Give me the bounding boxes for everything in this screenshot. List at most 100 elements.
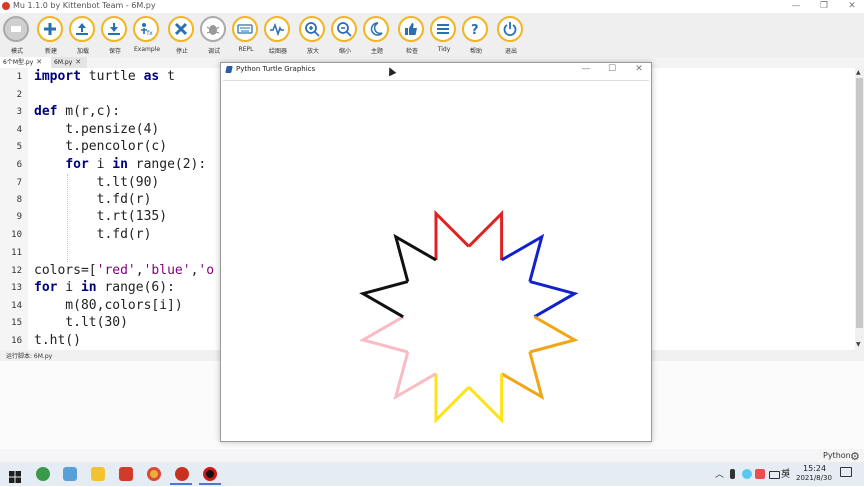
- tidy-icon: [430, 16, 456, 42]
- line-number: 9: [16, 212, 22, 222]
- line-number: 3: [16, 107, 22, 117]
- input-method-label: 英: [781, 470, 791, 480]
- windows-start-icon[interactable]: [9, 468, 21, 483]
- scroll-up-icon[interactable]: ▲: [856, 69, 861, 76]
- bottom-bar: [0, 449, 864, 462]
- quit-button[interactable]: 退出: [495, 15, 527, 57]
- line-number: 16: [11, 336, 22, 346]
- tray-app-icon[interactable]: [742, 469, 752, 479]
- folder-icon[interactable]: [91, 467, 105, 481]
- clock-time[interactable]: 15:24: [803, 464, 826, 473]
- tab-6m-py[interactable]: 6M.py ✕: [51, 57, 87, 68]
- turtle-window-title: Python Turtle Graphics: [236, 65, 316, 73]
- moon-icon: [363, 16, 389, 42]
- thumbs-up-icon: [398, 16, 424, 42]
- battery-icon[interactable]: [769, 471, 780, 479]
- star-segment: [529, 280, 579, 319]
- code-line: for i in range(2):: [65, 157, 207, 172]
- code-line: t.pensize(4): [34, 122, 160, 137]
- taskbar-app-icon[interactable]: [63, 467, 77, 481]
- mu-editor-icon[interactable]: [175, 467, 189, 481]
- star-segment: [434, 373, 470, 424]
- svg-text:fx: fx: [147, 30, 153, 37]
- star-segment: [434, 209, 470, 260]
- line-number: 11: [11, 248, 22, 258]
- plus-icon: [37, 16, 63, 42]
- tray-app-icon[interactable]: [755, 469, 765, 479]
- input-method-indicator[interactable]: 英: [781, 467, 790, 480]
- code-line: t.pencolor(c): [34, 139, 168, 154]
- active-app-indicator: [170, 483, 192, 485]
- wps-icon[interactable]: [119, 467, 133, 481]
- clock-date[interactable]: 2021/8/30: [796, 474, 832, 482]
- star-segment: [393, 233, 437, 282]
- microphone-icon[interactable]: [730, 469, 735, 479]
- line-number: 2: [16, 90, 22, 100]
- plotter-icon: [264, 16, 290, 42]
- minimize-button[interactable]: —: [782, 0, 810, 13]
- star-drawing: [359, 209, 579, 424]
- code-line: import turtle as t: [34, 69, 175, 84]
- turtle-maximize-button[interactable]: ☐: [598, 63, 626, 76]
- code-line: m(80,colors[i]): [34, 298, 183, 313]
- tab-close-icon[interactable]: ✕: [75, 58, 81, 66]
- chrome-icon[interactable]: [147, 467, 161, 481]
- star-segment: [359, 315, 409, 354]
- line-number: 8: [16, 195, 22, 205]
- stop-icon: [168, 16, 194, 42]
- line-number: 6: [16, 160, 22, 170]
- star-segment: [529, 315, 579, 354]
- power-icon: [497, 16, 523, 42]
- download-icon: [101, 16, 127, 42]
- active-app-indicator: [199, 483, 221, 485]
- star-segment: [359, 280, 409, 319]
- mode-icon: [3, 16, 29, 42]
- notification-icon[interactable]: [840, 467, 852, 477]
- line-number: 5: [16, 142, 22, 152]
- line-number: 4: [16, 125, 22, 135]
- star-segment: [467, 209, 504, 260]
- code-line: t.fd(r): [34, 192, 152, 207]
- close-button[interactable]: ✕: [838, 0, 864, 13]
- turtle-minimize-button[interactable]: —: [572, 63, 600, 76]
- chevron-up-icon[interactable]: ︿: [715, 467, 724, 480]
- star-segment: [467, 373, 504, 424]
- star-segment: [500, 233, 545, 282]
- line-number: 14: [11, 301, 22, 311]
- code-line: for i in range(6):: [34, 280, 175, 295]
- tab-label: 6M.py: [54, 59, 73, 66]
- maximize-button[interactable]: ❐: [810, 0, 838, 13]
- mode-indicator: Python: [823, 451, 851, 460]
- code-line: t.lt(90): [34, 175, 160, 190]
- line-number: 12: [11, 266, 22, 276]
- python-turtle-icon[interactable]: [203, 467, 217, 481]
- turtle-close-button[interactable]: ✕: [625, 63, 653, 76]
- star-segment: [393, 351, 437, 401]
- zoom-out-icon: [331, 16, 357, 42]
- star-segment: [500, 351, 545, 401]
- line-number: 7: [16, 178, 22, 188]
- code-line: t.fd(r): [34, 227, 152, 242]
- taskbar-app-icon[interactable]: [36, 467, 50, 481]
- status-text: 运行脚本: 6M.py: [6, 353, 53, 360]
- code-line: t.lt(30): [34, 315, 128, 330]
- code-line: t.ht(): [34, 333, 81, 348]
- mu-logo-icon: [2, 2, 10, 10]
- line-number: 10: [11, 230, 22, 240]
- bug-icon: [200, 16, 226, 42]
- turtle-canvas: [223, 80, 649, 440]
- keyboard-icon: [232, 16, 258, 42]
- tab-close-icon[interactable]: ✕: [36, 58, 42, 66]
- line-number: 15: [11, 318, 22, 328]
- window-title: Mu 1.1.0 by Kittenbot Team - 6M.py: [13, 1, 156, 10]
- line-number: 13: [11, 283, 22, 293]
- code-line: colors=['red','blue','o: [34, 263, 215, 278]
- example-icon: fx: [133, 16, 159, 42]
- quit-label: 退出: [504, 48, 517, 55]
- scroll-down-icon[interactable]: ▼: [856, 341, 861, 348]
- tab-6m-shape[interactable]: 6个M型.py ✕: [0, 57, 51, 68]
- svg-text:?: ?: [471, 23, 479, 37]
- help-icon: ?: [462, 16, 488, 42]
- code-line: t.rt(135): [34, 209, 168, 224]
- scrollbar-thumb[interactable]: [856, 78, 863, 328]
